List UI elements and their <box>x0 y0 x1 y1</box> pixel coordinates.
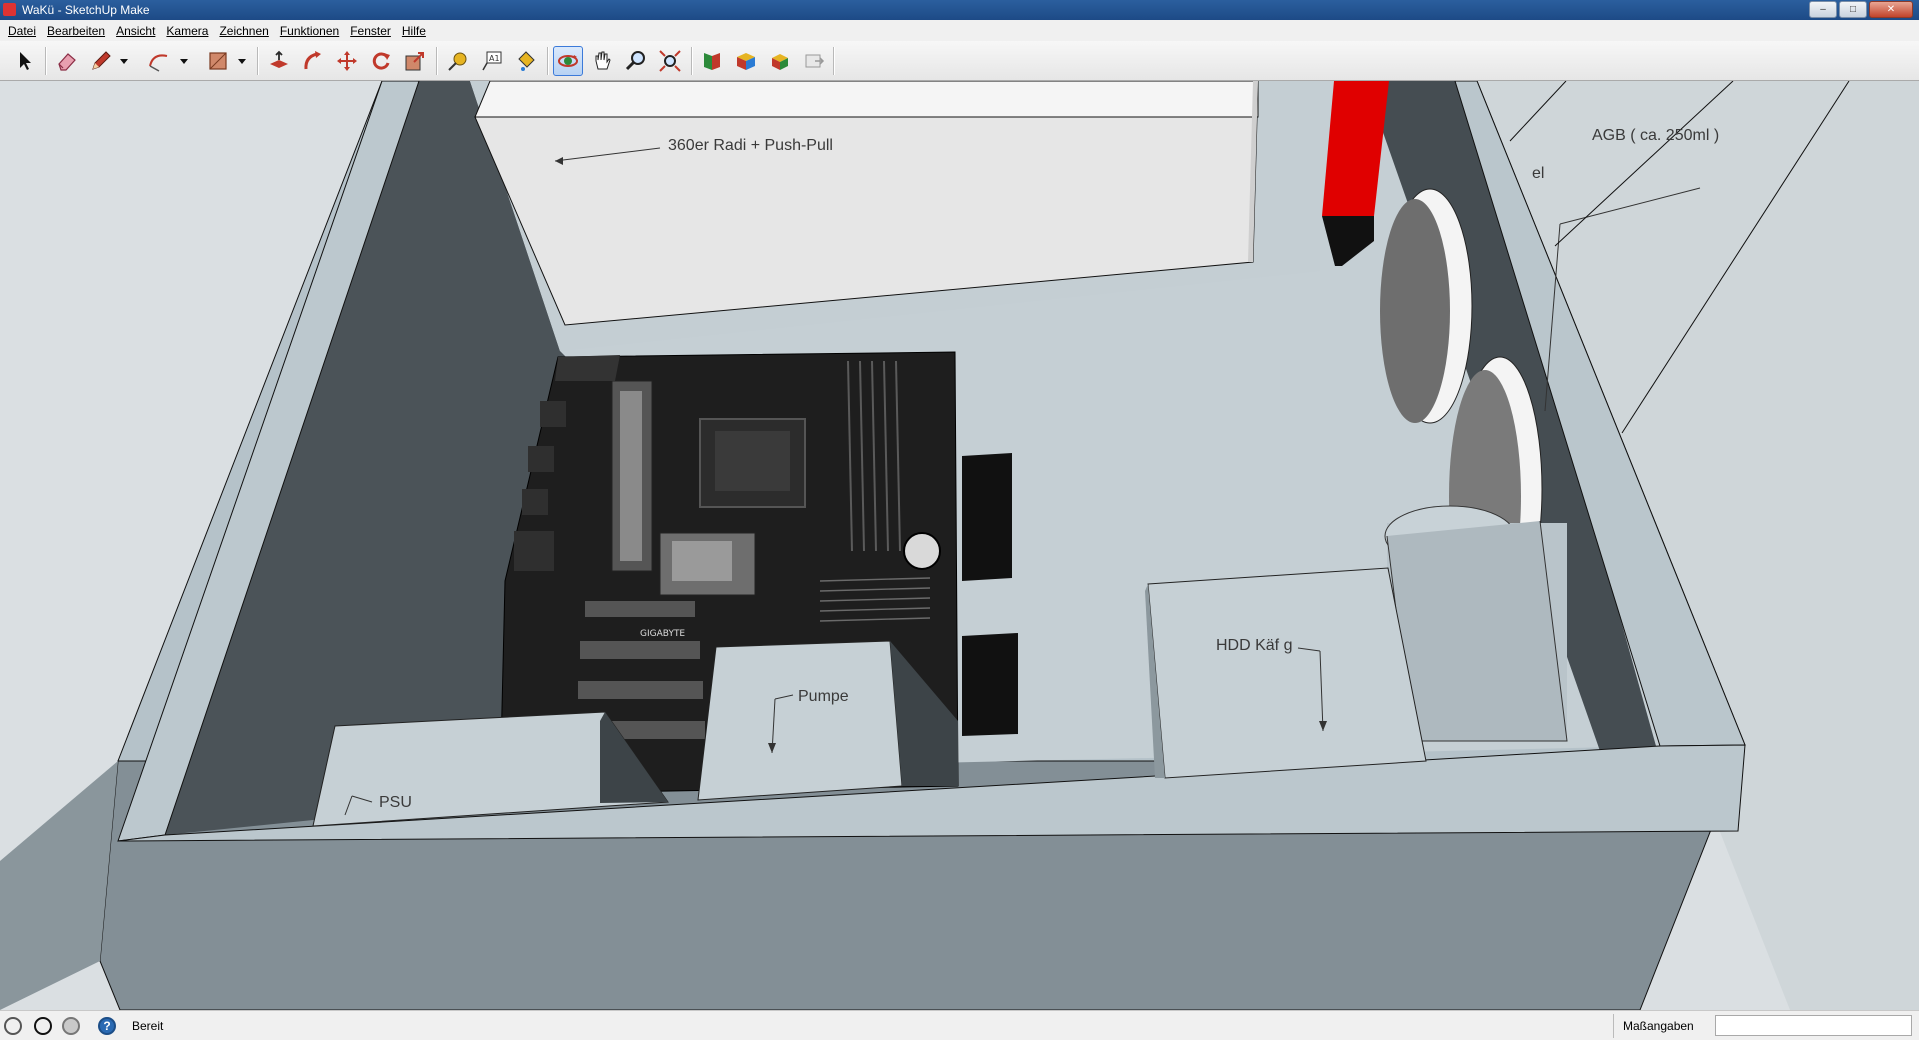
measurements-label: Maßangaben <box>1623 1019 1694 1033</box>
push-pull-icon[interactable] <box>264 46 294 76</box>
menu-kamera[interactable]: Kamera <box>162 24 215 38</box>
sketchup-logo-icon <box>3 3 16 16</box>
pan-icon[interactable] <box>587 46 617 76</box>
menu-funktionen[interactable]: Funktionen <box>276 24 346 38</box>
menu-fenster[interactable]: Fenster <box>346 24 398 38</box>
share-model-icon[interactable] <box>731 46 761 76</box>
svg-text:GIGABYTE: GIGABYTE <box>640 629 685 639</box>
modeling-viewport[interactable]: GIGABYTE 360er Radi + Push-Pull AGB ( ca… <box>0 81 1919 1010</box>
rotate-icon[interactable] <box>366 46 396 76</box>
radiator-label: 360er Radi + Push-Pull <box>668 137 833 154</box>
hdd-cage-label: HDD Käf g <box>1216 637 1293 654</box>
maximize-button[interactable]: □ <box>1839 1 1867 18</box>
select-icon[interactable] <box>10 46 40 76</box>
menu-bearbeiten[interactable]: Bearbeiten <box>43 24 112 38</box>
eraser-icon[interactable] <box>52 46 82 76</box>
paint-bucket-icon[interactable] <box>511 46 541 76</box>
3d-warehouse-icon[interactable] <box>697 46 727 76</box>
window-title: WaKü - SketchUp Make <box>22 3 150 17</box>
title-bar: WaKü - SketchUp Make – □ ✕ <box>0 0 1919 20</box>
components-icon[interactable] <box>765 46 795 76</box>
case-model-scene: GIGABYTE <box>0 81 1919 1010</box>
partial-label: el <box>1532 165 1545 182</box>
move-icon[interactable] <box>332 46 362 76</box>
tape-measure-icon[interactable] <box>443 46 473 76</box>
status-text: Bereit <box>132 1019 164 1033</box>
reservoir-label: AGB ( ca. 250ml ) <box>1592 127 1720 144</box>
measurements-input[interactable] <box>1715 1015 1912 1036</box>
menu-zeichnen[interactable]: Zeichnen <box>215 24 275 38</box>
help-icon[interactable]: ? <box>98 1017 116 1035</box>
rectangle-dropdown-chevron-down-icon[interactable] <box>236 46 248 76</box>
orbit-icon[interactable] <box>553 46 583 76</box>
pencil-dropdown-chevron-down-icon[interactable] <box>118 46 130 76</box>
menu-datei[interactable]: Datei <box>4 24 43 38</box>
geo-location-icon[interactable] <box>4 1017 22 1035</box>
pump-label: Pumpe <box>798 688 849 705</box>
menu-bar: Datei Bearbeiten Ansicht Kamera Zeichnen… <box>0 20 1919 41</box>
psu-label: PSU <box>379 794 412 811</box>
menu-hilfe[interactable]: Hilfe <box>398 24 433 38</box>
user-account-icon[interactable] <box>62 1017 80 1035</box>
pencil-icon[interactable] <box>86 46 116 76</box>
toolbar: A1 <box>0 41 1919 81</box>
extension-icon[interactable] <box>799 46 829 76</box>
svg-text:A1: A1 <box>489 54 500 63</box>
rectangle-icon[interactable] <box>203 46 233 76</box>
status-bar: ? Bereit Maßangaben <box>0 1010 1919 1040</box>
zoom-extents-icon[interactable] <box>655 46 685 76</box>
menu-ansicht[interactable]: Ansicht <box>112 24 162 38</box>
credits-info-icon[interactable] <box>34 1017 52 1035</box>
scale-icon[interactable] <box>400 46 430 76</box>
arc-icon[interactable] <box>144 46 174 76</box>
arc-dropdown-chevron-down-icon[interactable] <box>178 46 190 76</box>
close-button[interactable]: ✕ <box>1869 1 1913 18</box>
follow-me-icon[interactable] <box>298 46 328 76</box>
zoom-icon[interactable] <box>621 46 651 76</box>
minimize-button[interactable]: – <box>1809 1 1837 18</box>
status-divider <box>1613 1014 1614 1038</box>
text-icon[interactable]: A1 <box>477 46 507 76</box>
